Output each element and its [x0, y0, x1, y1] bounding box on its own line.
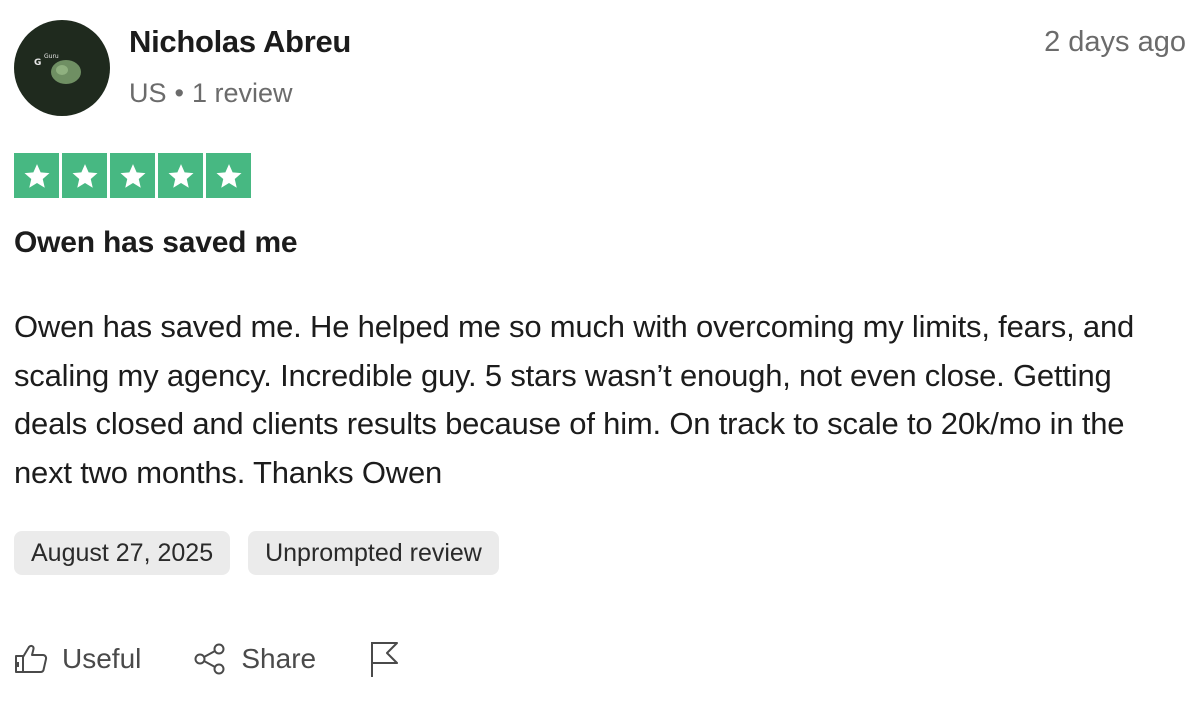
reviewer-name[interactable]: Nicholas Abreu — [129, 24, 351, 60]
review-body: Owen has saved me. He helped me so much … — [14, 309, 1135, 490]
review-actions: Useful Share — [14, 640, 452, 678]
thumbs-up-icon — [15, 644, 48, 673]
useful-label: Useful — [62, 643, 142, 674]
star-icon — [206, 153, 251, 198]
useful-button[interactable]: Useful — [14, 643, 141, 675]
flag-icon — [371, 642, 399, 677]
reviewer-country: US — [129, 78, 167, 108]
svg-text:G: G — [34, 58, 41, 68]
star-icon — [110, 153, 155, 198]
review-header: G Guru Nicholas Abreu US • 1 review 2 da… — [14, 20, 1186, 120]
review-tags: August 27, 2025 Unprompted review — [14, 531, 499, 575]
star-rating — [14, 153, 251, 198]
unprompted-review-tag[interactable]: Unprompted review — [248, 531, 499, 575]
review-title[interactable]: Owen has saved me — [14, 226, 298, 260]
report-button[interactable] — [368, 640, 400, 678]
star-icon — [14, 153, 59, 198]
svg-text:Guru: Guru — [44, 53, 59, 60]
review-relative-date: 2 days ago — [1044, 26, 1186, 58]
guru-logo-icon: G Guru — [34, 53, 81, 84]
reviewer-review-count[interactable]: 1 review — [192, 78, 293, 109]
share-icon — [194, 643, 225, 675]
star-icon — [62, 153, 107, 198]
star-icon — [158, 153, 203, 198]
review-card: G Guru Nicholas Abreu US • 1 review 2 da… — [0, 0, 1200, 715]
avatar[interactable]: G Guru — [14, 20, 110, 116]
reviewer-meta: US • 1 review — [129, 78, 293, 109]
share-button[interactable]: Share — [193, 643, 316, 675]
share-label: Share — [241, 643, 317, 674]
review-date-tag: August 27, 2025 — [14, 531, 231, 575]
meta-separator: • — [174, 78, 184, 108]
